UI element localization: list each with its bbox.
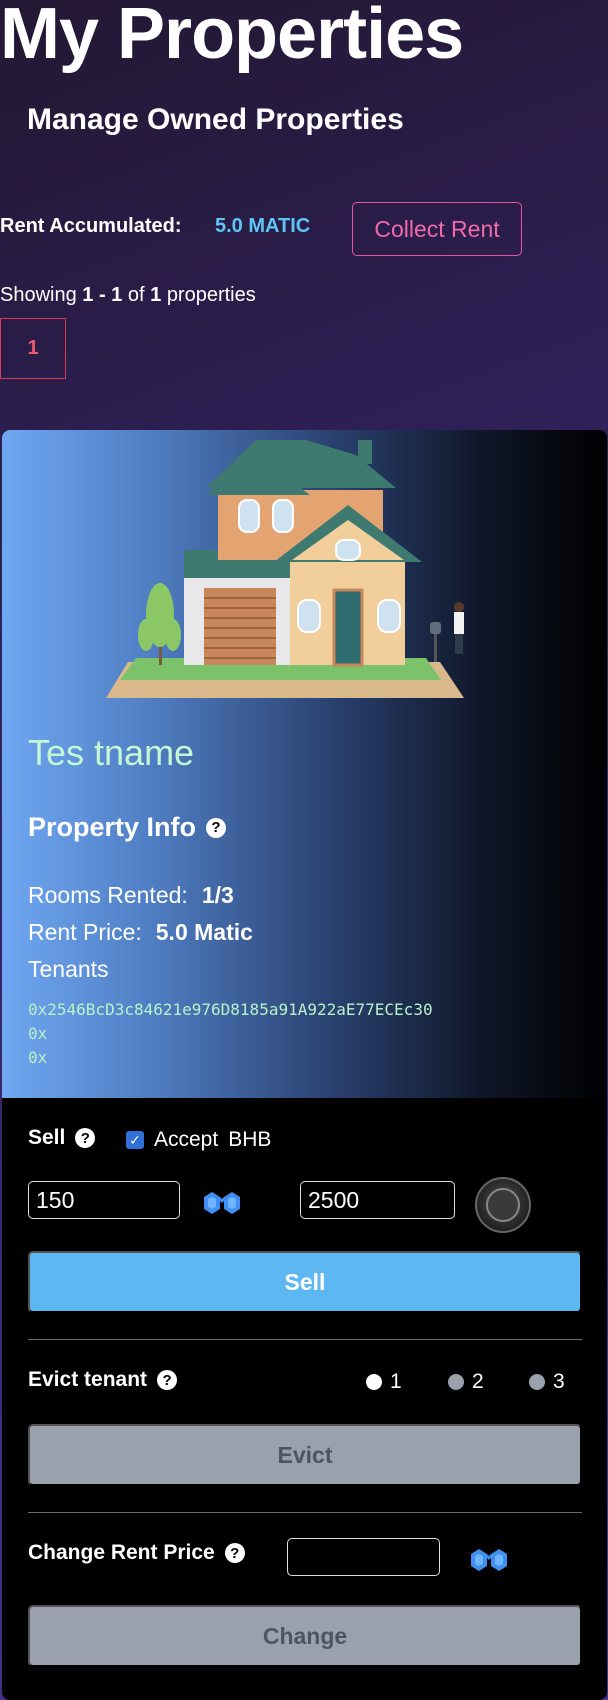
collect-rent-button[interactable]: Collect Rent xyxy=(352,202,522,256)
tenant-address: 0x xyxy=(28,1048,48,1067)
change-rent-label: Change Rent Price xyxy=(28,1541,215,1564)
property-card-header: Tes tname Property Info ? Rooms Rented: 1… xyxy=(2,430,607,1098)
page-button-1[interactable]: 1 xyxy=(0,318,66,379)
bhb-coin-inner xyxy=(486,1188,520,1222)
accept-bhb-toggle[interactable]: ✓ Accept BHB xyxy=(126,1128,271,1152)
radio-selected[interactable] xyxy=(366,1374,382,1390)
rooms-rented-label: Rooms Rented: xyxy=(28,882,188,908)
page-title: My Properties xyxy=(0,0,464,74)
question-circle-icon[interactable]: ? xyxy=(75,1128,96,1148)
change-rent-heading: Change Rent Price ? xyxy=(28,1541,245,1565)
evict-heading: Evict tenant ? xyxy=(28,1368,178,1392)
showing-suffix: properties xyxy=(166,284,256,306)
bhb-price-input[interactable]: 2500 xyxy=(300,1181,455,1219)
accept-label: Accept xyxy=(154,1128,219,1151)
tenant-address: 0x xyxy=(28,1024,48,1043)
matic-logo-icon xyxy=(204,1192,240,1214)
evict-button[interactable]: Evict xyxy=(28,1424,582,1486)
evict-option-1[interactable]: 1 xyxy=(366,1370,402,1394)
divider xyxy=(28,1512,582,1513)
rent-price-input[interactable] xyxy=(287,1538,440,1576)
divider xyxy=(28,1339,582,1340)
accept-token: BHB xyxy=(228,1128,272,1151)
question-circle-icon[interactable]: ? xyxy=(206,817,227,838)
sell-button[interactable]: Sell xyxy=(28,1251,582,1313)
property-info-heading: Property Info ? xyxy=(28,812,227,843)
evict-option-3[interactable]: 3 xyxy=(529,1370,565,1394)
rent-accumulated-value: 5.0 MATIC xyxy=(215,215,311,237)
matic-logo-icon xyxy=(471,1549,507,1571)
change-button[interactable]: Change xyxy=(28,1605,582,1667)
rent-price-value: 5.0 Matic xyxy=(155,919,253,945)
tenant-address: 0x2546BcD3c84621e976D8185a91A922aE77ECEc… xyxy=(28,1000,433,1019)
evict-option-2[interactable]: 2 xyxy=(448,1370,484,1394)
tenants-label: Tenants xyxy=(28,956,109,982)
question-circle-icon[interactable]: ? xyxy=(157,1370,178,1390)
showing-total: 1 xyxy=(150,284,162,306)
showing-of: of xyxy=(127,284,145,306)
rent-price-label: Rent Price: xyxy=(28,919,142,945)
evict-label: Evict tenant xyxy=(28,1368,148,1391)
evict-option-label: 3 xyxy=(553,1370,565,1393)
pagination-summary: Showing 1 - 1 of 1 properties xyxy=(0,284,256,307)
evict-option-label: 1 xyxy=(390,1370,402,1393)
question-circle-icon[interactable]: ? xyxy=(224,1543,245,1563)
evict-option-label: 2 xyxy=(472,1370,484,1393)
rent-summary: Rent Accumulated: 5.0 MATIC Collect Rent xyxy=(0,202,608,258)
page-subtitle: Manage Owned Properties xyxy=(27,103,404,136)
rooms-rented-value: 1/3 xyxy=(201,882,234,908)
radio-unselected[interactable] xyxy=(448,1374,464,1390)
rent-price: Rent Price: 5.0 Matic xyxy=(28,919,253,946)
rent-accumulated-label: Rent Accumulated: xyxy=(0,215,182,237)
house-illustration xyxy=(106,440,464,698)
bhb-coin-icon xyxy=(475,1177,531,1233)
matic-price-input[interactable]: 150 xyxy=(28,1181,180,1219)
sell-label: Sell xyxy=(28,1126,66,1149)
rooms-rented: Rooms Rented: 1/3 xyxy=(28,882,234,909)
property-info-title: Property Info xyxy=(28,812,197,842)
property-card: Tes tname Property Info ? Rooms Rented: 1… xyxy=(2,430,607,1700)
property-name: Tes tname xyxy=(28,732,195,773)
showing-range: 1 - 1 xyxy=(82,284,123,306)
sell-heading: Sell ? xyxy=(28,1126,96,1150)
showing-prefix: Showing xyxy=(0,284,77,306)
radio-unselected[interactable] xyxy=(529,1374,545,1390)
accept-bhb-checkbox[interactable]: ✓ xyxy=(126,1131,144,1149)
